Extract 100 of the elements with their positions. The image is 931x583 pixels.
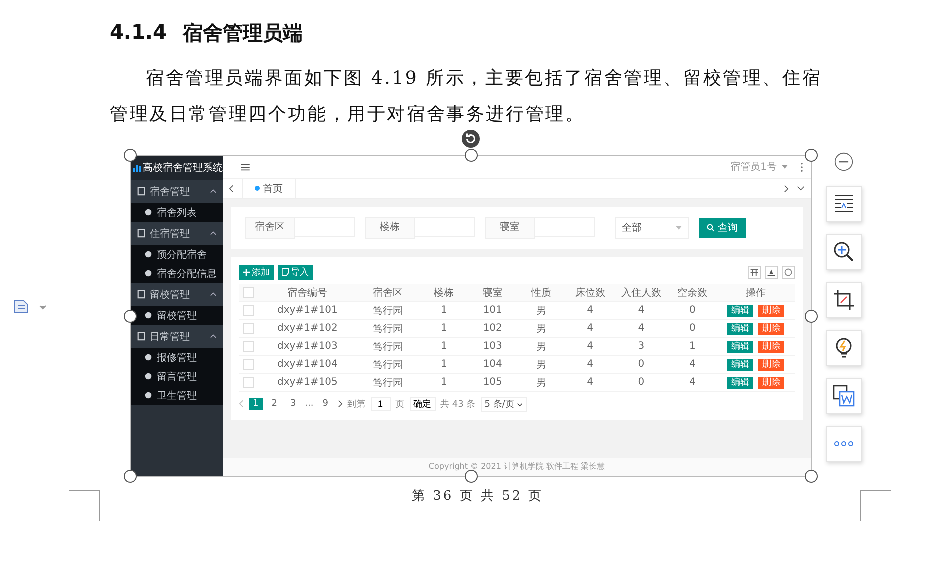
zoom-in-button[interactable] xyxy=(826,234,862,270)
sidebar-group[interactable]: 日常管理 xyxy=(131,325,223,348)
add-button[interactable]: 添加 xyxy=(239,264,274,280)
table-cell-text: 4 xyxy=(688,377,697,388)
tab[interactable]: 首页 xyxy=(242,179,296,198)
column-header: 空余数 xyxy=(676,286,709,300)
sidebar-group[interactable]: 住宿管理 xyxy=(131,222,223,245)
layout-options-button[interactable] xyxy=(826,186,862,222)
table-cell-text: dxy#1#103 xyxy=(276,341,339,352)
page-ellipsis: ... xyxy=(305,399,314,409)
edit-button[interactable]: 编辑 xyxy=(727,358,754,370)
columns-icon[interactable] xyxy=(748,266,761,278)
page-button[interactable]: 3 xyxy=(286,398,300,410)
delete-button[interactable]: 删除 xyxy=(758,358,784,370)
search-button[interactable]: 查询 xyxy=(699,218,746,238)
resize-handle[interactable] xyxy=(465,470,478,483)
bar-chart-icon xyxy=(133,162,142,174)
copyright-text: Copyright © 2021 计算机学院 软件工程 梁长慧 xyxy=(223,458,811,476)
column-header: 宿舍编号 xyxy=(286,286,329,300)
delete-button[interactable]: 删除 xyxy=(758,304,784,316)
table-cell-text: 4 xyxy=(637,323,646,334)
sidebar-group[interactable]: 宿舍管理 xyxy=(131,180,223,203)
menu-item-icon xyxy=(137,229,146,238)
checkbox[interactable] xyxy=(243,377,254,388)
table-cell-text: 1 xyxy=(440,377,448,388)
menu-item-icon xyxy=(144,311,153,320)
resize-handle[interactable] xyxy=(805,310,818,323)
checkbox[interactable] xyxy=(243,341,254,352)
page-input[interactable]: 1 xyxy=(370,397,391,411)
page-unit-label: 页 xyxy=(396,398,405,410)
table-cell-text: 103 xyxy=(482,341,504,352)
page-button[interactable]: 2 xyxy=(268,398,282,410)
table-cell-text: 3 xyxy=(637,341,646,352)
resize-handle[interactable] xyxy=(805,470,818,483)
sidebar-item[interactable]: 留校管理 xyxy=(131,306,223,325)
resize-handle[interactable] xyxy=(805,149,818,162)
confirm-button[interactable]: 确定 xyxy=(410,397,436,411)
idea-button[interactable] xyxy=(826,330,862,366)
edit-button[interactable]: 编辑 xyxy=(727,376,754,388)
chevron-right-icon[interactable] xyxy=(784,184,789,192)
sidebar-item[interactable]: 报修管理 xyxy=(131,348,223,367)
delete-button[interactable]: 删除 xyxy=(758,340,784,352)
resize-handle[interactable] xyxy=(124,149,137,162)
menu-icon[interactable] xyxy=(241,164,250,170)
field-label: 楼栋 xyxy=(365,217,415,239)
page-size-select[interactable]: 5 条/页 xyxy=(480,396,528,412)
caret-icon xyxy=(676,226,682,230)
resize-handle[interactable] xyxy=(124,470,137,483)
goto-label: 到第 xyxy=(348,398,366,410)
select-field[interactable]: 全部 xyxy=(615,217,689,239)
convert-button[interactable] xyxy=(826,378,862,414)
chevron-down-icon[interactable] xyxy=(797,186,805,191)
checkbox[interactable] xyxy=(243,287,254,298)
resize-handle[interactable] xyxy=(124,310,137,323)
section-number: 4.1.4 xyxy=(110,20,167,46)
rotate-handle[interactable] xyxy=(462,130,480,148)
table-cell-text: 1 xyxy=(440,323,448,334)
page-number: 第 36 页 共 52 页 xyxy=(412,488,545,505)
field-label: 宿舍区 xyxy=(245,217,295,239)
sidebar-item[interactable]: 卫生管理 xyxy=(131,386,223,405)
export-icon[interactable] xyxy=(765,266,778,278)
sidebar-group[interactable]: 留校管理 xyxy=(131,283,223,306)
sidebar-item[interactable]: 预分配宿舍 xyxy=(131,245,223,264)
table-cell-text: 笃行园 xyxy=(372,376,404,390)
menu-item-icon xyxy=(137,187,146,196)
crop-icon xyxy=(833,289,855,311)
delete-button[interactable]: 删除 xyxy=(758,322,784,334)
section-title: 宿舍管理员端 xyxy=(182,20,303,47)
column-header: 操作 xyxy=(744,286,767,300)
sidebar-item[interactable]: 宿舍列表 xyxy=(131,203,223,222)
crop-button[interactable] xyxy=(826,282,862,318)
table-cell-text: 105 xyxy=(482,377,504,388)
chevron-right-icon[interactable] xyxy=(338,400,343,408)
import-button[interactable]: 导入 xyxy=(278,264,313,280)
caret-icon xyxy=(210,231,217,236)
column-header: 入住人数 xyxy=(620,286,662,300)
document-icon[interactable] xyxy=(14,300,48,314)
more-button[interactable] xyxy=(826,426,862,462)
checkbox[interactable] xyxy=(243,323,254,334)
table-cell-text: 男 xyxy=(536,304,548,318)
table-cell-text: 男 xyxy=(536,376,548,390)
page-button[interactable]: 1 xyxy=(249,398,263,410)
page-button[interactable]: 9 xyxy=(318,398,333,410)
edit-button[interactable]: 编辑 xyxy=(727,340,754,352)
sidebar-item[interactable]: 宿舍分配信息 xyxy=(131,264,223,283)
table-cell-text: 0 xyxy=(688,305,697,316)
edit-button[interactable]: 编辑 xyxy=(727,322,754,334)
sidebar-item[interactable]: 留言管理 xyxy=(131,367,223,386)
resize-handle[interactable] xyxy=(465,149,478,162)
menu-item-icon xyxy=(144,353,153,362)
table-cell-text: 1 xyxy=(688,341,697,352)
chevron-left-icon[interactable] xyxy=(229,184,234,192)
document-icon xyxy=(282,268,289,276)
table-cell-text: 笃行园 xyxy=(372,358,404,372)
delete-button[interactable]: 删除 xyxy=(758,376,784,388)
checkbox[interactable] xyxy=(243,359,254,370)
menu-item-icon xyxy=(144,391,153,400)
menu-item-icon xyxy=(137,332,146,341)
edit-button[interactable]: 编辑 xyxy=(727,304,754,316)
checkbox[interactable] xyxy=(243,305,254,316)
